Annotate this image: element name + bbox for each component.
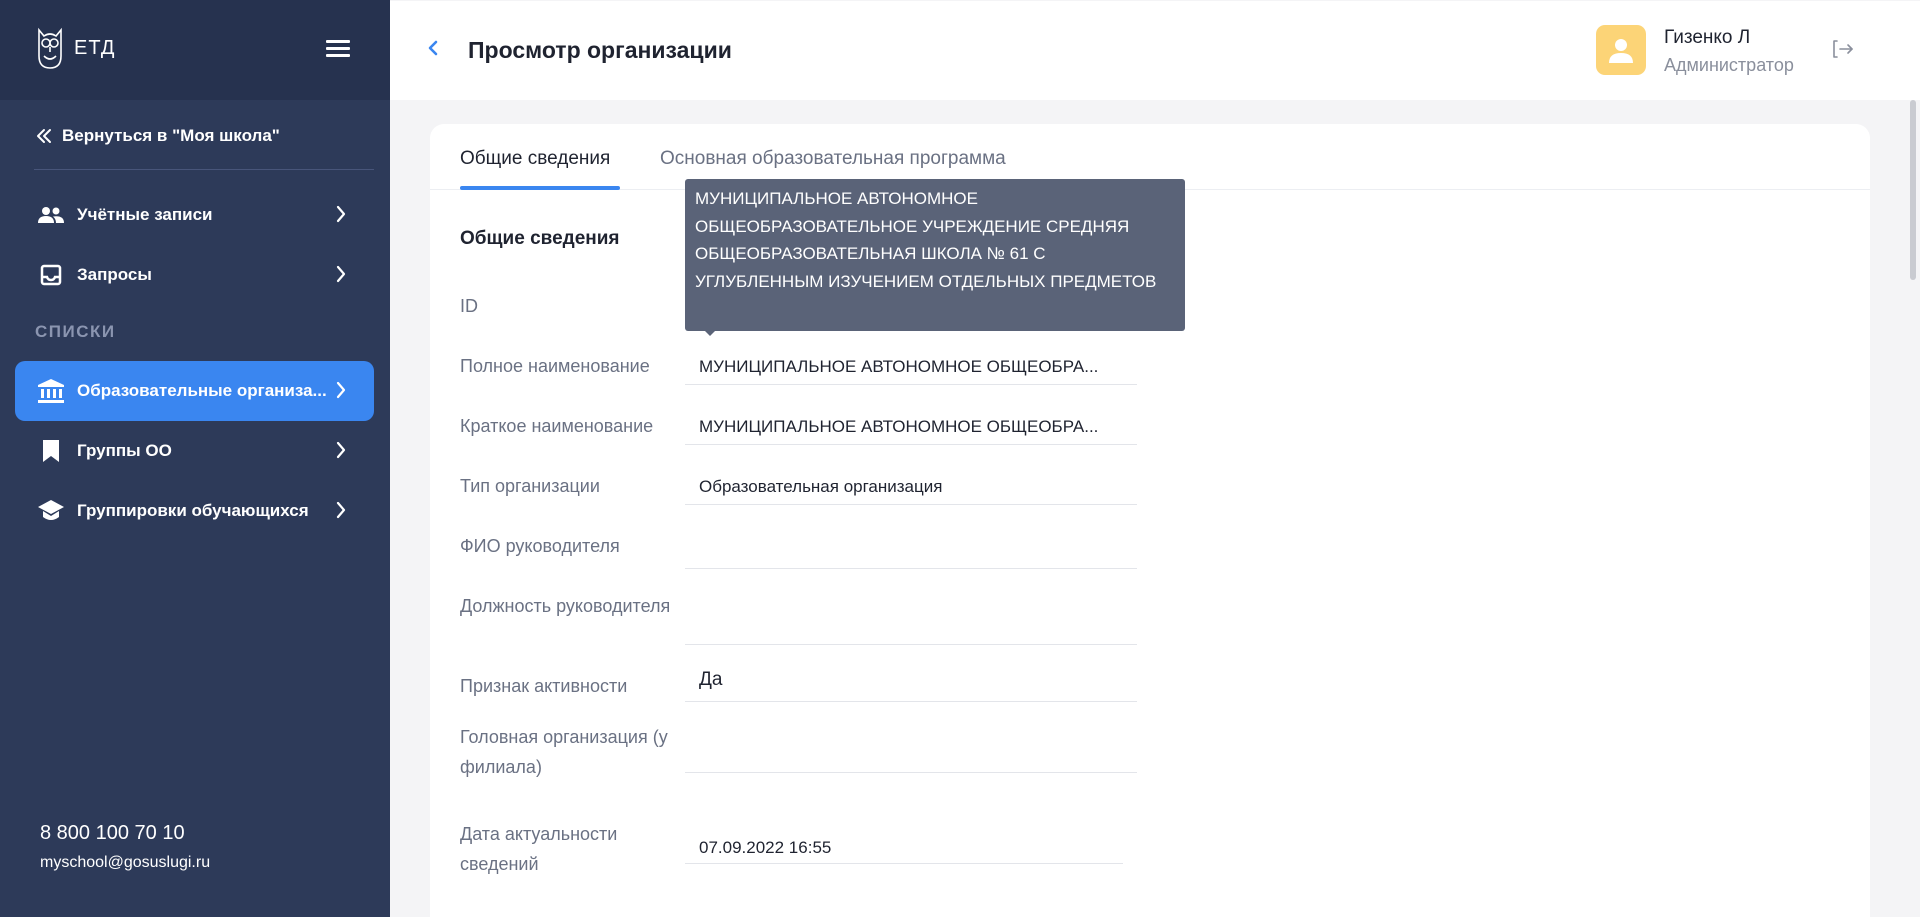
sidebar-item-label: Группировки обучающихся [77, 501, 309, 520]
section-title: Общие сведения [460, 228, 620, 249]
page-title: Просмотр организации [468, 37, 732, 63]
sidebar: ЕТД Вернуться в "Моя школа" Учётные запи… [0, 0, 390, 917]
chevron-right-icon [336, 501, 346, 519]
institution-icon [37, 379, 65, 403]
chevron-right-icon [336, 265, 346, 283]
logo-text: ЕТД [74, 36, 116, 59]
field-value-short-name[interactable]: МУНИЦИПАЛЬНОЕ АВТОНОМНОЕ ОБЩЕОБРА... [685, 413, 1137, 445]
sidebar-item-label: Группы ОО [77, 441, 172, 460]
sidebar-item-educational-organizations[interactable]: Образовательные организа... [15, 361, 374, 421]
chevron-right-icon [336, 381, 346, 399]
double-chevron-left-icon [37, 129, 51, 143]
field-label-id: ID [460, 296, 478, 316]
support-phone[interactable]: 8 800 100 70 10 [40, 822, 185, 845]
field-label-short-name: Краткое наименование [460, 416, 654, 436]
bookmark-icon [37, 439, 65, 463]
user-icon [1609, 39, 1633, 63]
user-role: Администратор [1664, 55, 1794, 75]
user-name: Гизенко Л [1664, 27, 1751, 48]
page-header: Просмотр организации Гизенко Л Администр… [390, 1, 1920, 100]
sidebar-item-accounts[interactable]: Учётные записи [15, 185, 374, 245]
avatar[interactable] [1596, 25, 1646, 75]
field-label-actuality-date: Дата актуальности сведений [460, 824, 618, 874]
section-label-lists: СПИСКИ [35, 322, 116, 341]
back-arrow-icon[interactable] [426, 37, 440, 59]
field-label-director-name: ФИО руководителя [460, 536, 620, 556]
sidebar-item-label: Образовательные организа... [77, 381, 327, 400]
sidebar-item-oo-groups[interactable]: Группы ОО [15, 421, 374, 481]
support-email[interactable]: myschool@gosuslugi.ru [40, 854, 210, 872]
field-label-full-name: Полное наименование [460, 356, 650, 376]
tab-general-info[interactable]: Общие сведения [460, 148, 610, 170]
users-icon [37, 203, 65, 227]
active-tab-indicator [460, 186, 620, 190]
logout-icon[interactable] [1832, 39, 1854, 59]
sidebar-item-requests[interactable]: Запросы [15, 245, 374, 305]
field-value-org-type[interactable]: Образовательная организация [685, 473, 1137, 505]
tooltip-arrow [704, 330, 716, 336]
field-value-active-flag[interactable]: Да [685, 663, 1137, 702]
sidebar-divider [34, 169, 374, 170]
field-value-actuality-date[interactable]: 07.09.2022 16:55 [685, 836, 1123, 864]
logo[interactable]: ЕТД [36, 26, 115, 70]
page-scrollbar[interactable] [1910, 100, 1916, 280]
sidebar-item-label: Запросы [77, 265, 152, 284]
back-to-my-school-link[interactable]: Вернуться в "Моя школа" [36, 126, 280, 146]
sidebar-item-student-groupings[interactable]: Группировки обучающихся [15, 481, 374, 541]
chevron-right-icon [336, 205, 346, 223]
sidebar-item-label: Учётные записи [77, 205, 213, 224]
chevron-right-icon [336, 441, 346, 459]
menu-icon[interactable] [326, 40, 350, 58]
field-label-parent-org: Головная организация (у филиала) [460, 727, 668, 777]
tab-educational-program[interactable]: Основная образовательная программа [660, 148, 1006, 170]
field-label-active-flag: Признак активности [460, 676, 628, 696]
graduation-cap-icon [37, 499, 65, 523]
owl-logo-icon [38, 27, 62, 69]
inbox-icon [37, 263, 65, 287]
field-value-director-position[interactable] [685, 589, 1137, 645]
field-value-parent-org[interactable] [685, 719, 1137, 773]
full-name-tooltip: МУНИЦИПАЛЬНОЕ АВТОНОМНОЕ ОБЩЕОБРАЗОВАТЕЛ… [685, 179, 1185, 331]
field-value-full-name[interactable]: МУНИЦИПАЛЬНОЕ АВТОНОМНОЕ ОБЩЕОБРА... [685, 353, 1137, 385]
back-link-label: Вернуться в "Моя школа" [62, 126, 280, 145]
field-label-org-type: Тип организации [460, 476, 600, 496]
sidebar-header: ЕТД [0, 0, 390, 100]
field-value-director-name[interactable] [685, 529, 1137, 569]
field-label-director-position: Должность руководителя [460, 596, 671, 616]
